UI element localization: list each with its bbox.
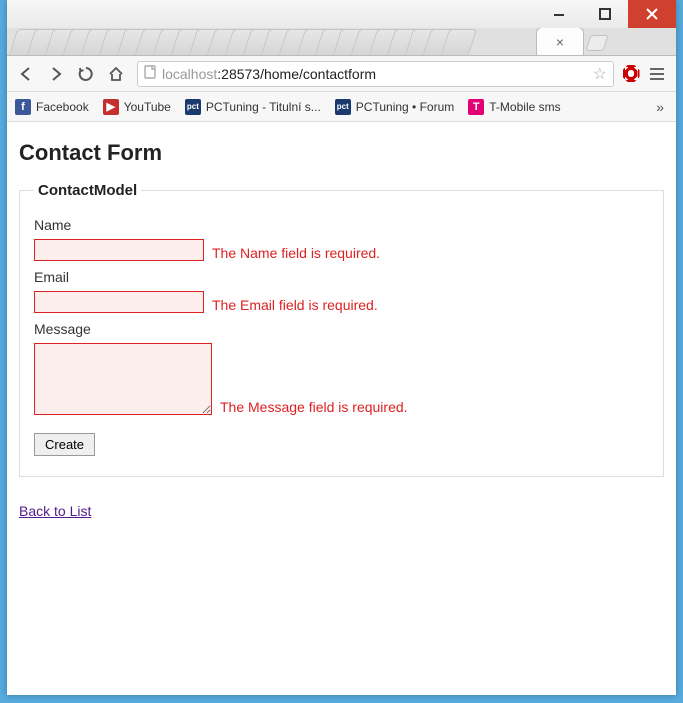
tmobile-icon: T [468,99,484,115]
submit-row [34,433,649,456]
chrome-menu-button[interactable] [644,61,670,87]
new-tab-button[interactable] [585,35,608,51]
adblock-icon [623,65,640,82]
bookmarks-overflow-button[interactable]: » [656,99,668,115]
email-error: The Email field is required. [212,297,378,313]
bookmark-facebook[interactable]: f Facebook [15,99,89,115]
background-tabs [13,29,463,55]
bookmark-tmobile[interactable]: T T-Mobile sms [468,99,560,115]
home-button[interactable] [103,61,129,87]
create-button[interactable] [34,433,95,456]
window-close-button[interactable] [628,0,676,28]
bookmark-youtube[interactable]: ▶ YouTube [103,99,171,115]
page-icon [144,65,156,82]
message-textarea[interactable] [34,343,212,415]
field-message: Message The Message field is required. [34,321,649,415]
window-maximize-button[interactable] [582,0,628,28]
facebook-icon: f [15,99,31,115]
bookmark-pctuning-forum[interactable]: pct PCTuning • Forum [335,99,454,115]
contact-fieldset: ContactModel Name The Name field is requ… [19,182,664,477]
url-text: localhost:28573/home/contactform [162,66,587,82]
bookmark-star-icon[interactable]: ☆ [593,64,607,84]
nav-toolbar: localhost:28573/home/contactform ☆ [7,56,676,92]
fieldset-legend: ContactModel [34,182,141,199]
url-host: localhost [162,66,217,82]
pctuning-icon: pct [185,99,201,115]
youtube-icon: ▶ [103,99,119,115]
active-tab[interactable]: × [536,28,584,56]
bookmark-label: Facebook [36,100,89,114]
bookmark-label: T-Mobile sms [489,100,560,114]
bookmarks-bar: f Facebook ▶ YouTube pct PCTuning - Titu… [7,92,676,122]
address-bar[interactable]: localhost:28573/home/contactform ☆ [137,61,614,87]
window-minimize-button[interactable] [536,0,582,28]
back-button[interactable] [13,61,39,87]
browser-window: × localhost:28573/home/contactform ☆ [7,0,676,695]
url-path: :28573/home/contactform [217,66,376,82]
name-input[interactable] [34,239,204,261]
pctuning-icon: pct [335,99,351,115]
name-error: The Name field is required. [212,245,380,261]
email-input[interactable] [34,291,204,313]
page-content: Contact Form ContactModel Name The Name … [7,122,676,695]
tab-close-icon[interactable]: × [556,34,564,50]
back-to-list-link[interactable]: Back to List [19,503,91,519]
name-label: Name [34,217,649,233]
message-error: The Message field is required. [220,399,408,415]
reload-button[interactable] [73,61,99,87]
message-label: Message [34,321,649,337]
field-email: Email The Email field is required. [34,269,649,313]
bookmark-label: YouTube [124,100,171,114]
field-name: Name The Name field is required. [34,217,649,261]
bookmark-pctuning-home[interactable]: pct PCTuning - Titulní s... [185,99,321,115]
bookmark-label: PCTuning • Forum [356,100,454,114]
bookmark-label: PCTuning - Titulní s... [206,100,321,114]
tab-strip: × [7,28,676,56]
window-titlebar [7,0,676,28]
forward-button[interactable] [43,61,69,87]
email-label: Email [34,269,649,285]
adblock-extension-icon[interactable] [622,65,640,83]
page-title: Contact Form [19,140,664,166]
